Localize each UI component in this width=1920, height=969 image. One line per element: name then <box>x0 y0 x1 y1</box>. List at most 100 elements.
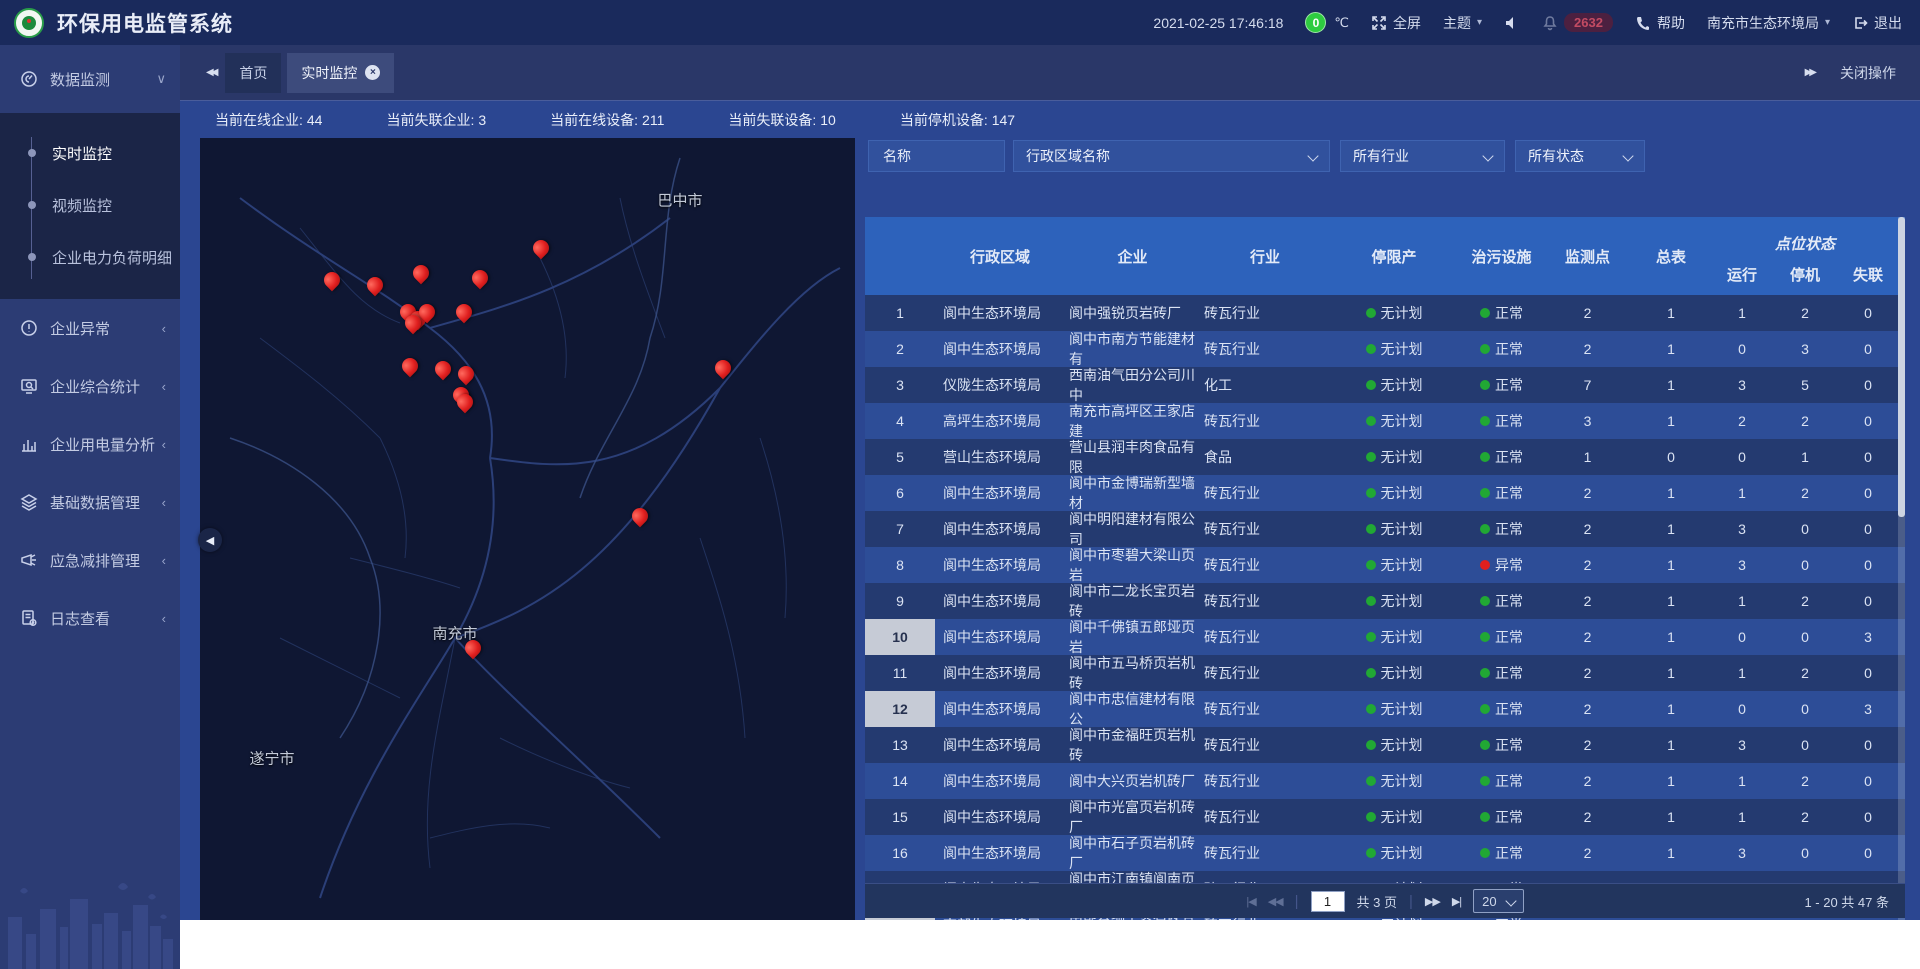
table-row[interactable]: 9阆中生态环境局阆中市二龙长宝页岩砖砖瓦行业无计划正常21120 <box>865 583 1905 619</box>
phone-icon <box>1635 15 1651 31</box>
industry-cell: 砖瓦行业 <box>1200 295 1330 331</box>
table-row[interactable]: 4高坪生态环境局南充市高坪区王家店建砖瓦行业无计划正常31220 <box>865 403 1905 439</box>
sidebar-item-label: 企业用电量分析 <box>50 434 162 455</box>
status-filter-value: 所有状态 <box>1528 146 1614 166</box>
table-row[interactable]: 6阆中生态环境局阆中市金博瑞新型墙材砖瓦行业无计划正常21120 <box>865 475 1905 511</box>
table-scrollbar[interactable] <box>1898 217 1905 920</box>
table-row[interactable]: 2阆中生态环境局阆中市南方节能建材有砖瓦行业无计划正常21030 <box>865 331 1905 367</box>
table-row[interactable]: 14阆中生态环境局阆中大兴页岩机砖厂砖瓦行业无计划正常21120 <box>865 763 1905 799</box>
tabs-scroll-right-icon[interactable]: ▶▶ <box>1805 67 1814 78</box>
stopped-count-cell: 2 <box>1772 403 1838 439</box>
table-row[interactable]: 12阆中生态环境局阆中市忠信建材有限公砖瓦行业无计划正常21003 <box>865 691 1905 727</box>
tabs-scroll-left-icon[interactable]: ◀◀ <box>206 67 215 78</box>
sidebar-item-label: 基础数据管理 <box>50 492 162 513</box>
city-skyline-decoration <box>0 877 180 969</box>
map-panel-collapse-button[interactable]: ◀ <box>198 528 222 552</box>
green-dot-icon <box>1480 452 1490 462</box>
sidebar-item-label: 数据监测 <box>50 69 156 90</box>
lost-count-cell: 0 <box>1838 583 1898 619</box>
table-row[interactable]: 3仪陇生态环境局西南油气田分公司川中化工无计划正常71350 <box>865 367 1905 403</box>
stopped-count-cell: 0 <box>1772 619 1838 655</box>
page-number-input[interactable] <box>1311 891 1345 912</box>
row-index-cell: 8 <box>865 547 935 583</box>
row-index-cell: 11 <box>865 655 935 691</box>
page-size-select[interactable]: 20 <box>1473 889 1523 913</box>
status-normal-cell: 无计划 <box>1330 439 1458 475</box>
total-meter-cell: 1 <box>1630 691 1712 727</box>
fullscreen-label: 全屏 <box>1393 13 1421 33</box>
next-page-button[interactable]: ▶▶ <box>1425 895 1440 908</box>
monitor-count-cell: 3 <box>1545 403 1630 439</box>
sidebar-item-日志查看[interactable]: 日志查看‹ <box>0 589 180 647</box>
table-row[interactable]: 8阆中生态环境局阆中市枣碧大梁山页岩砖瓦行业无计划异常21300 <box>865 547 1905 583</box>
status-normal-cell: 无计划 <box>1330 295 1458 331</box>
stat-value: 10 <box>820 112 836 128</box>
name-filter-input[interactable] <box>881 147 992 165</box>
col-header-company: 企业 <box>1065 217 1200 295</box>
status-text: 正常 <box>1495 663 1523 683</box>
table-row[interactable]: 16阆中生态环境局阆中市石子页岩机砖厂砖瓦行业无计划正常21300 <box>865 835 1905 871</box>
gis-map[interactable]: 巴中市南充市遂宁市 <box>200 138 855 920</box>
sidebar-subitem-企业电力负荷明细[interactable]: 企业电力负荷明细 <box>0 231 180 283</box>
table-row[interactable]: 11阆中生态环境局阆中市五马桥页岩机砖砖瓦行业无计划正常21120 <box>865 655 1905 691</box>
lost-count-cell: 0 <box>1838 403 1898 439</box>
sidebar-item-企业异常[interactable]: 企业异常‹ <box>0 299 180 357</box>
tab-realtime-monitor[interactable]: 实时监控 × <box>287 53 394 93</box>
name-filter-field[interactable] <box>868 140 1005 172</box>
chevron-down-icon: ∨ <box>156 71 166 87</box>
monitor-count-cell: 2 <box>1545 835 1630 871</box>
sidebar-item-数据监测[interactable]: 数据监测∨ <box>0 45 180 113</box>
close-operations-button[interactable]: 关闭操作 <box>1840 63 1896 83</box>
table-row[interactable]: 7阆中生态环境局阆中明阳建材有限公司砖瓦行业无计划正常21300 <box>865 511 1905 547</box>
green-dot-icon <box>1480 668 1490 678</box>
lost-count-cell: 0 <box>1838 727 1898 763</box>
help-label: 帮助 <box>1657 13 1685 33</box>
sidebar-subitem-视频监控[interactable]: 视频监控 <box>0 179 180 231</box>
fullscreen-icon <box>1371 15 1387 31</box>
status-text: 正常 <box>1495 735 1523 755</box>
log-file-icon <box>20 609 38 627</box>
org-menu-button[interactable]: 南充市生态环境局 ▾ <box>1707 13 1830 33</box>
sidebar-item-基础数据管理[interactable]: 基础数据管理‹ <box>0 473 180 531</box>
region-filter-select[interactable]: 行政区域名称 <box>1013 140 1330 172</box>
first-page-button[interactable]: |◀ <box>1246 895 1255 908</box>
industry-cell: 砖瓦行业 <box>1200 835 1330 871</box>
mute-button[interactable] <box>1504 15 1520 31</box>
table-row[interactable]: 10阆中生态环境局阆中千佛镇五郎垭页岩砖瓦行业无计划正常21003 <box>865 619 1905 655</box>
status-text: 正常 <box>1495 303 1523 323</box>
sidebar-subitem-实时监控[interactable]: 实时监控 <box>0 127 180 179</box>
tab-home[interactable]: 首页 <box>225 53 281 93</box>
monitor-count-cell: 2 <box>1545 727 1630 763</box>
notification-area[interactable]: 2632 <box>1542 13 1613 32</box>
logout-button[interactable]: 退出 <box>1852 13 1902 33</box>
table-row[interactable]: 1阆中生态环境局阆中强锐页岩砖厂砖瓦行业无计划正常21120 <box>865 295 1905 331</box>
close-tab-icon[interactable]: × <box>365 65 380 80</box>
row-index-cell: 10 <box>865 619 935 655</box>
sidebar-item-企业综合统计[interactable]: 企业综合统计‹ <box>0 357 180 415</box>
table-row[interactable]: 13阆中生态环境局阆中市金福旺页岩机砖砖瓦行业无计划正常21300 <box>865 727 1905 763</box>
theme-menu-button[interactable]: 主题 ▾ <box>1443 13 1482 33</box>
sidebar-item-企业用电量分析[interactable]: 企业用电量分析‹ <box>0 415 180 473</box>
table-row[interactable]: 15阆中生态环境局阆中市光富页岩机砖厂砖瓦行业无计划正常21120 <box>865 799 1905 835</box>
chevron-left-icon: ‹ <box>162 379 166 394</box>
bell-icon <box>1542 15 1558 31</box>
company-cell: 阆中明阳建材有限公司 <box>1065 511 1200 547</box>
lost-count-cell: 0 <box>1838 439 1898 475</box>
industry-cell: 砖瓦行业 <box>1200 331 1330 367</box>
status-filter-select[interactable]: 所有状态 <box>1515 140 1645 172</box>
region-cell: 阆中生态环境局 <box>935 799 1065 835</box>
help-button[interactable]: 帮助 <box>1635 13 1685 33</box>
sidebar-item-应急减排管理[interactable]: 应急减排管理‹ <box>0 531 180 589</box>
status-normal-cell: 正常 <box>1458 835 1545 871</box>
last-page-button[interactable]: ▶| <box>1452 895 1461 908</box>
green-dot-icon <box>1366 560 1376 570</box>
fullscreen-button[interactable]: 全屏 <box>1371 13 1421 33</box>
company-cell: 阆中市忠信建材有限公 <box>1065 691 1200 727</box>
status-normal-cell: 无计划 <box>1330 547 1458 583</box>
row-index-cell: 2 <box>865 331 935 367</box>
prev-page-button[interactable]: ◀◀ <box>1268 895 1283 908</box>
table-row[interactable]: 5营山生态环境局营山县润丰肉食品有限食品无计划正常10010 <box>865 439 1905 475</box>
industry-filter-select[interactable]: 所有行业 <box>1340 140 1505 172</box>
scrollbar-thumb[interactable] <box>1898 217 1905 517</box>
stat-label: 当前失联企业: <box>386 112 474 128</box>
